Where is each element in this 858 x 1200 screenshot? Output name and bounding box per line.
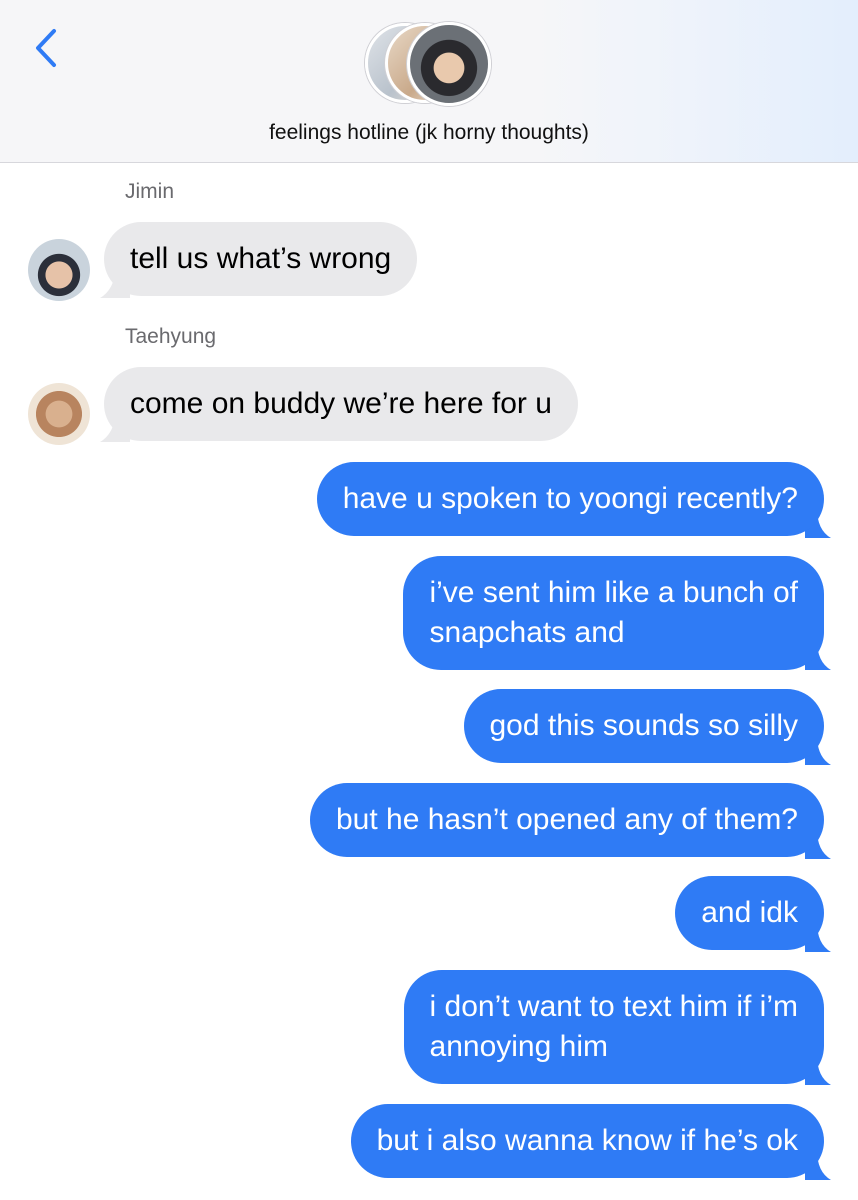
sender-name: Taehyung: [125, 325, 217, 348]
group-avatars[interactable]: [362, 20, 494, 110]
message-line: i don’t want to text him if i’m: [429, 990, 798, 1023]
message-bubble-outgoing[interactable]: i don’t want to text him if i’m annoying…: [403, 970, 824, 1084]
message-line: snapchats and: [429, 616, 625, 649]
message-bubble-outgoing[interactable]: but he hasn’t opened any of them?: [309, 783, 824, 857]
message-bubble-outgoing[interactable]: i’ve sent him like a bunch of snapchats …: [403, 556, 824, 670]
conversation-title[interactable]: feelings hotline (jk horny thoughts): [0, 121, 858, 145]
back-button[interactable]: [26, 26, 66, 70]
message-bubble-incoming[interactable]: tell us what’s wrong: [104, 222, 418, 296]
group-member-avatar: [407, 22, 491, 106]
chevron-left-icon: [36, 29, 56, 67]
avatar[interactable]: [28, 239, 90, 301]
message-line: i’ve sent him like a bunch of: [429, 576, 798, 609]
avatar[interactable]: [28, 383, 90, 445]
message-bubble-outgoing[interactable]: and idk: [675, 876, 824, 950]
message-bubble-outgoing[interactable]: god this sounds so silly: [463, 689, 824, 763]
conversation-header: feelings hotline (jk horny thoughts): [0, 0, 858, 163]
sender-name: Jimin: [125, 180, 175, 203]
message-line: annoying him: [429, 1030, 608, 1063]
message-bubble-incoming[interactable]: come on buddy we’re here for u: [104, 367, 578, 441]
message-bubble-outgoing[interactable]: have u spoken to yoongi recently?: [316, 462, 824, 536]
message-bubble-outgoing[interactable]: but i also wanna know if he’s ok: [350, 1104, 824, 1178]
